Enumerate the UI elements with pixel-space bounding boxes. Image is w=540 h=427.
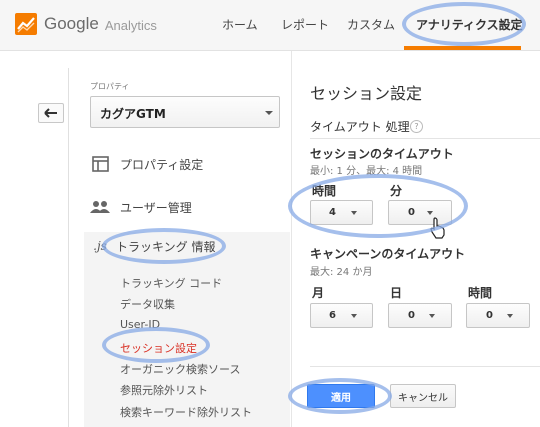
session-hours-value: 4 bbox=[329, 207, 336, 218]
sidebar-item-user-management[interactable]: ユーザー管理 bbox=[90, 198, 192, 216]
sub-item-tracking-code[interactable]: トラッキング コード bbox=[120, 275, 222, 291]
campaign-timeout-hint: 最大: 24 か月 bbox=[310, 267, 373, 278]
sub-item-search-term-exclusion-list[interactable]: 検索キーワード除外リスト bbox=[120, 404, 252, 420]
sub-item-session-settings[interactable]: セッション設定 bbox=[120, 340, 197, 356]
sidebar-item-label: トラッキング 情報 bbox=[116, 239, 216, 254]
chevron-down-icon bbox=[429, 314, 435, 318]
session-hours-label: 時間 bbox=[312, 184, 337, 198]
session-timeout-hint: 最小: 1 分、最大: 4 時間 bbox=[310, 166, 423, 177]
session-minutes-value: 0 bbox=[408, 207, 415, 218]
campaign-hours-dropdown[interactable]: 0 bbox=[466, 303, 530, 328]
campaign-days-value: 0 bbox=[408, 310, 415, 321]
users-icon bbox=[90, 198, 110, 216]
nav-home[interactable]: ホーム bbox=[222, 16, 258, 33]
left-rail-line bbox=[68, 68, 69, 427]
campaign-months-label: 月 bbox=[312, 286, 325, 300]
session-timeout-heading: セッションのタイムアウト bbox=[310, 147, 454, 161]
property-selector[interactable]: カグアGTM bbox=[90, 96, 280, 128]
logo-analytics-text: Analytics bbox=[104, 17, 157, 33]
sub-item-user-id[interactable]: User-ID bbox=[120, 318, 160, 331]
back-button[interactable] bbox=[38, 103, 64, 123]
nav-admin[interactable]: アナリティクス設定 bbox=[416, 16, 523, 33]
campaign-months-dropdown[interactable]: 6 bbox=[310, 303, 373, 328]
back-arrow-icon bbox=[44, 108, 57, 118]
campaign-days-label: 日 bbox=[390, 286, 403, 300]
session-minutes-label: 分 bbox=[390, 184, 403, 198]
window-icon bbox=[90, 155, 110, 173]
campaign-days-dropdown[interactable]: 0 bbox=[388, 303, 452, 328]
active-nav-underline bbox=[404, 46, 521, 50]
campaign-hours-label: 時間 bbox=[468, 286, 493, 300]
chevron-down-icon bbox=[427, 211, 433, 215]
column-divider bbox=[291, 51, 292, 427]
sidebar-item-label: ユーザー管理 bbox=[120, 200, 192, 215]
sidebar-item-property-settings[interactable]: プロパティ設定 bbox=[90, 155, 203, 173]
nav-custom[interactable]: カスタム bbox=[347, 16, 395, 33]
chevron-down-icon bbox=[265, 111, 273, 115]
campaign-timeout-heading: キャンペーンのタイムアウト bbox=[310, 247, 466, 261]
hand-cursor-icon bbox=[430, 217, 445, 239]
sidebar-item-tracking-info[interactable]: .js トラッキング 情報 bbox=[90, 237, 215, 255]
help-icon[interactable]: ? bbox=[410, 120, 423, 133]
actions-divider bbox=[310, 366, 540, 367]
page-title: セッション設定 bbox=[310, 84, 423, 103]
chevron-down-icon bbox=[351, 314, 357, 318]
campaign-hours-value: 0 bbox=[486, 310, 493, 321]
chevron-down-icon bbox=[507, 314, 513, 318]
analytics-logo-icon bbox=[15, 13, 37, 35]
apply-button[interactable]: 適用 bbox=[307, 384, 375, 408]
sidebar-item-label: プロパティ設定 bbox=[120, 157, 204, 172]
nav-reports[interactable]: レポート bbox=[281, 16, 329, 33]
timeout-handling-label: タイムアウト 処理 bbox=[310, 120, 410, 134]
logo-google-text: Google bbox=[44, 14, 99, 33]
chevron-down-icon bbox=[351, 211, 357, 215]
property-selector-value: カグアGTM bbox=[100, 107, 166, 121]
sub-item-data-collection[interactable]: データ収集 bbox=[120, 296, 175, 312]
sub-item-organic-search-sources[interactable]: オーガニック検索ソース bbox=[120, 361, 240, 377]
cancel-button[interactable]: キャンセル bbox=[390, 384, 456, 408]
campaign-months-value: 6 bbox=[329, 310, 336, 321]
sub-item-referral-exclusion-list[interactable]: 参照元除外リスト bbox=[120, 382, 208, 398]
js-icon: .js bbox=[93, 239, 107, 253]
session-hours-dropdown[interactable]: 4 bbox=[310, 200, 373, 225]
google-analytics-logo[interactable]: Google Analytics bbox=[14, 12, 157, 36]
section-divider bbox=[310, 138, 540, 139]
top-header: Google Analytics ホーム レポート カスタム アナリティクス設定 bbox=[0, 0, 540, 51]
property-label: プロパティ bbox=[90, 82, 130, 91]
